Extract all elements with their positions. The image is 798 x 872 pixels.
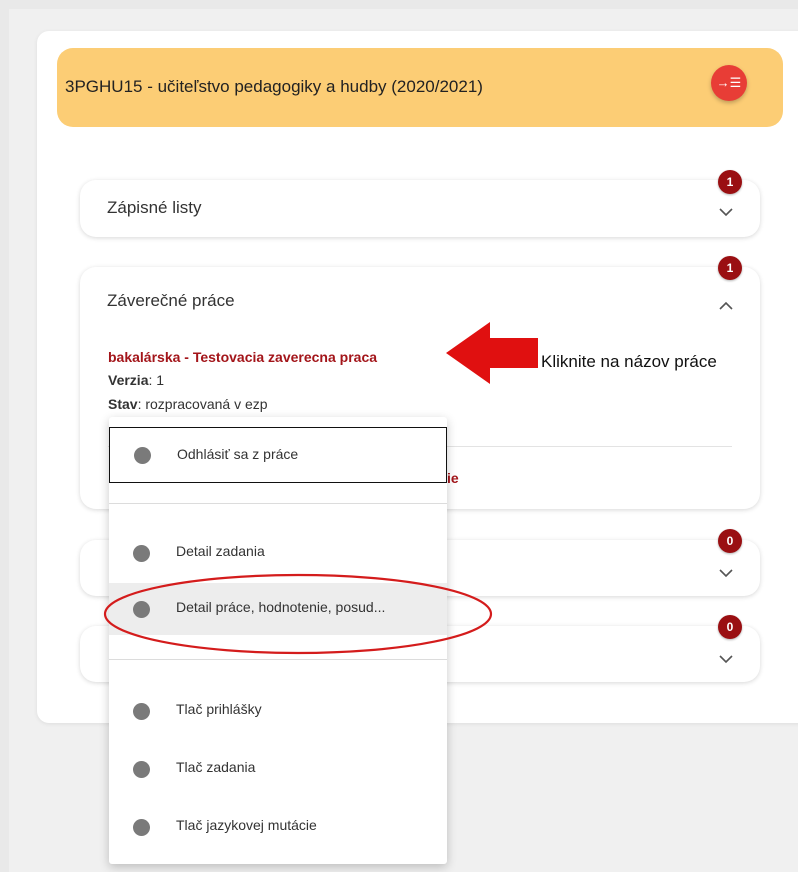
bullet-icon: [133, 761, 150, 778]
annotation-caption: Kliknite na názov práce: [541, 352, 717, 371]
chevron-down-icon[interactable]: [719, 204, 733, 220]
program-header: 3PGHU15 - učiteľstvo pedagogiky a hudby …: [57, 48, 783, 127]
obscured-link-text: ie: [447, 470, 459, 486]
menu-divider: [109, 503, 447, 504]
program-menu-button[interactable]: →☰: [711, 65, 747, 101]
menu-divider: [109, 659, 447, 660]
section-title: Záverečné práce: [107, 291, 235, 310]
section-zapisne-listy[interactable]: Zápisné listy: [80, 180, 760, 237]
menu-item-label: Tlač jazykovej mutácie: [176, 817, 317, 833]
chevron-down-icon[interactable]: [719, 651, 733, 667]
left-strip: [0, 0, 9, 872]
bullet-icon: [134, 447, 151, 464]
menu-item-odhlasit[interactable]: Odhlásiť sa z práce: [109, 427, 447, 483]
menu-item-label: Tlač zadania: [176, 759, 256, 775]
version-value: : 1: [148, 372, 165, 388]
menu-item-tlac-jazykovej-mutacie[interactable]: Tlač jazykovej mutácie: [109, 801, 447, 853]
bullet-icon: [133, 545, 150, 562]
program-title: 3PGHU15 - učiteľstvo pedagogiky a hudby …: [65, 77, 483, 96]
menu-item-tlac-zadania[interactable]: Tlač zadania: [109, 743, 447, 795]
count-badge: 0: [718, 615, 742, 639]
menu-item-label: Tlač prihlášky: [176, 701, 262, 717]
thesis-context-menu: Odhlásiť sa z práce Detail zadania Detai…: [109, 417, 447, 864]
count-badge: 1: [718, 256, 742, 280]
bullet-icon: [133, 601, 150, 618]
menu-item-label: Detail práce, hodnotenie, posud...: [176, 599, 386, 615]
menu-item-detail-zadania[interactable]: Detail zadania: [109, 527, 447, 579]
count-badge: 0: [718, 529, 742, 553]
red-arrow-annotation: [446, 322, 538, 384]
bullet-icon: [133, 703, 150, 720]
chevron-up-icon[interactable]: [719, 297, 733, 313]
status-label: Stav: [108, 396, 138, 412]
chevron-down-icon[interactable]: [719, 565, 733, 581]
count-badge: 1: [718, 170, 742, 194]
version-label: Verzia: [108, 372, 149, 388]
menu-item-label: Detail zadania: [176, 543, 265, 559]
menu-item-tlac-prihlasky[interactable]: Tlač prihlášky: [109, 685, 447, 737]
section-title: Zápisné listy: [107, 198, 202, 217]
top-strip: [0, 0, 798, 9]
thesis-status: Stav: rozpracovaná v ezp: [108, 396, 268, 412]
status-value: : rozpracovaná v ezp: [137, 396, 268, 412]
menu-item-detail-prace[interactable]: Detail práce, hodnotenie, posud...: [109, 583, 447, 635]
menu-item-label: Odhlásiť sa z práce: [177, 446, 299, 462]
thesis-version: Verzia: 1: [108, 372, 164, 388]
thesis-title-link[interactable]: bakalárska - Testovacia zaverecna praca: [108, 349, 377, 365]
exit-list-icon: →☰: [716, 75, 742, 90]
bullet-icon: [133, 819, 150, 836]
